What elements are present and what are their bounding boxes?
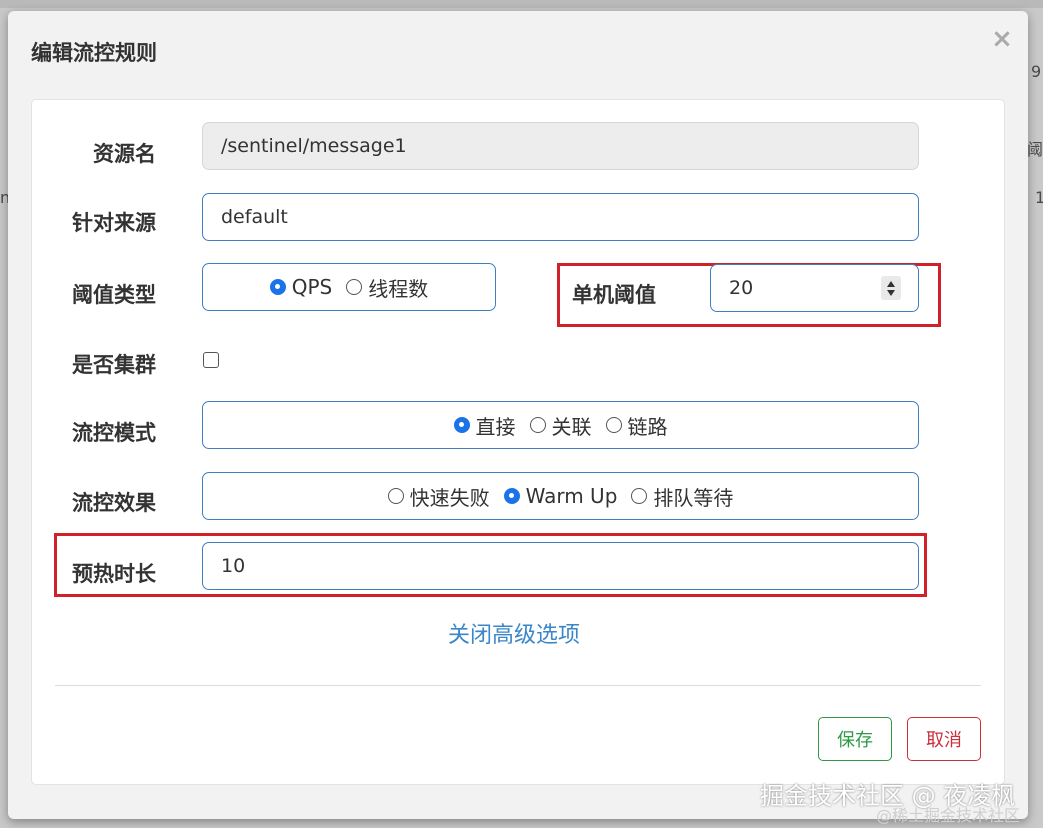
threshold-type-label: 阈值类型 <box>72 283 156 307</box>
threshold-type-radio-group: QPS 线程数 <box>202 263 496 311</box>
dialog-title: 编辑流控规则 <box>31 41 157 65</box>
cluster-label: 是否集群 <box>72 353 156 377</box>
radio-unchecked-icon <box>529 417 546 433</box>
radio-warm-up[interactable]: Warm Up <box>503 484 618 508</box>
stepper-down-icon[interactable] <box>887 289 895 296</box>
radio-checked-icon <box>503 488 520 504</box>
stepper-up-icon[interactable] <box>887 280 895 287</box>
radio-unchecked-icon <box>387 488 404 504</box>
flow-mode-radio-group: 直接 关联 链路 <box>202 401 919 449</box>
radio-chain[interactable]: 链路 <box>605 411 668 440</box>
radio-related[interactable]: 关联 <box>529 411 592 440</box>
radio-direct-label: 直接 <box>475 414 516 439</box>
edit-flow-rule-dialog: 编辑流控规则 × 资源名 /sentinel/message1 针对来源 def… <box>8 11 1028 819</box>
radio-unchecked-icon <box>605 417 622 433</box>
close-icon[interactable]: × <box>990 26 1014 52</box>
radio-queue-wait[interactable]: 排队等待 <box>631 482 733 511</box>
radio-unchecked-icon <box>631 488 648 504</box>
save-button[interactable]: 保存 <box>818 717 892 761</box>
cluster-checkbox[interactable] <box>203 352 219 368</box>
single-threshold-value: 20 <box>729 277 754 299</box>
radio-warm-up-label: Warm Up <box>525 484 618 508</box>
radio-qps[interactable]: QPS <box>269 275 333 299</box>
radio-unchecked-icon <box>346 279 363 295</box>
divider <box>55 685 981 686</box>
flow-mode-label: 流控模式 <box>72 421 156 445</box>
background-fragment: 9 <box>1031 62 1042 81</box>
source-input[interactable]: default <box>202 193 919 241</box>
radio-chain-label: 链路 <box>627 414 668 439</box>
radio-fast-fail[interactable]: 快速失败 <box>387 482 490 511</box>
single-threshold-input[interactable]: 20 <box>710 264 919 312</box>
radio-fast-fail-label: 快速失败 <box>409 485 490 510</box>
flow-effect-label: 流控效果 <box>72 491 156 515</box>
radio-direct[interactable]: 直接 <box>453 411 516 440</box>
flow-effect-radio-group: 快速失败 Warm Up 排队等待 <box>202 472 919 520</box>
radio-thread-count[interactable]: 线程数 <box>346 273 428 302</box>
warmup-label: 预热时长 <box>72 562 156 586</box>
watermark-subtext: @稀土掘金技术社区 <box>876 806 1021 825</box>
radio-related-label: 关联 <box>551 414 592 439</box>
radio-qps-label: QPS <box>291 275 333 299</box>
resource-label: 资源名 <box>93 142 156 166</box>
resource-value: /sentinel/message1 <box>221 135 407 157</box>
cancel-button[interactable]: 取消 <box>907 717 981 761</box>
radio-checked-icon <box>453 417 470 433</box>
close-advanced-options-link[interactable]: 关闭高级选项 <box>448 617 580 649</box>
number-stepper[interactable] <box>881 276 901 300</box>
radio-thread-count-label: 线程数 <box>368 276 429 301</box>
radio-checked-icon <box>269 279 286 295</box>
resource-input[interactable]: /sentinel/message1 <box>202 122 919 170</box>
single-threshold-label: 单机阈值 <box>572 283 656 307</box>
warmup-input[interactable]: 10 <box>202 542 919 590</box>
radio-queue-wait-label: 排队等待 <box>653 485 734 510</box>
warmup-value: 10 <box>221 555 246 577</box>
background-strip <box>0 0 1043 8</box>
background-fragment: 1 <box>1035 188 1043 207</box>
background-fragment: 阈 <box>1027 140 1043 159</box>
source-value: default <box>221 206 288 228</box>
source-label: 针对来源 <box>72 211 156 235</box>
form-panel: 资源名 /sentinel/message1 针对来源 default 阈值类型… <box>31 99 1005 785</box>
